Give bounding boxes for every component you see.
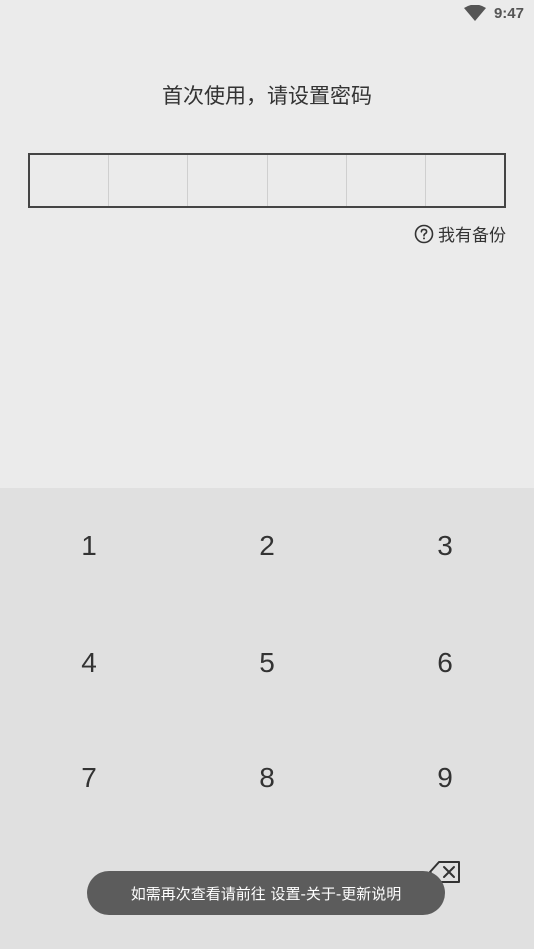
pin-cell	[30, 155, 110, 206]
key-2[interactable]: 2	[178, 488, 356, 603]
pin-setup-screen: 9:47 首次使用，请设置密码 我有备份 1 2 3 4 5 6 7 8 9 如…	[0, 0, 534, 949]
pin-cell	[109, 155, 189, 206]
pin-cell	[347, 155, 426, 206]
have-backup-link[interactable]: 我有备份	[414, 221, 506, 246]
key-7[interactable]: 7	[0, 720, 178, 835]
page-title: 首次使用，请设置密码	[162, 84, 372, 108]
key-4[interactable]: 4	[0, 605, 178, 720]
key-5[interactable]: 5	[178, 605, 356, 720]
pin-input[interactable]	[28, 153, 506, 208]
key-6[interactable]: 6	[356, 605, 534, 720]
help-circle-icon	[414, 224, 434, 243]
pin-cell	[426, 155, 504, 206]
pin-cell	[268, 155, 347, 206]
key-3[interactable]: 3	[356, 488, 534, 603]
status-time: 9:47	[493, 5, 524, 22]
key-8[interactable]: 8	[178, 720, 356, 835]
key-1[interactable]: 1	[0, 488, 178, 603]
wifi-icon	[464, 5, 486, 21]
have-backup-label: 我有备份	[438, 226, 506, 246]
status-bar: 9:47	[0, 0, 534, 30]
pin-cell	[188, 155, 268, 206]
key-9[interactable]: 9	[356, 720, 534, 835]
toast-message: 如需再次查看请前往 设置-关于-更新说明	[87, 871, 445, 915]
